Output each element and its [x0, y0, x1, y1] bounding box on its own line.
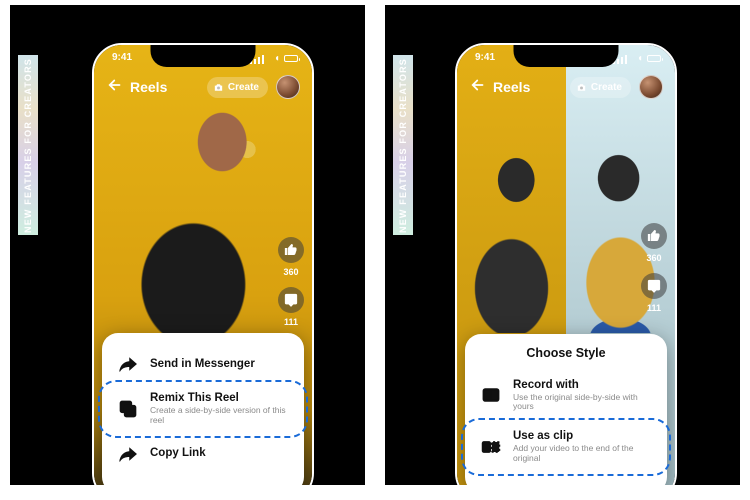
share-icon — [118, 354, 138, 374]
notch — [514, 45, 619, 67]
option-sub: Add your video to the end of the origina… — [513, 444, 651, 464]
menu-label: Send in Messenger — [150, 358, 255, 371]
person-illustration — [107, 97, 299, 347]
menu-send-messenger[interactable]: Send in Messenger — [116, 345, 290, 383]
comment-button[interactable] — [278, 287, 304, 313]
comment-button[interactable] — [641, 273, 667, 299]
like-button[interactable] — [641, 223, 667, 249]
create-label: Create — [591, 82, 622, 93]
create-label: Create — [228, 82, 259, 93]
status-time: 9:41 — [112, 52, 132, 63]
thumbs-up-icon — [278, 237, 304, 263]
like-count: 360 — [283, 267, 298, 277]
camera-icon — [213, 82, 224, 93]
action-sheet: Send in Messenger Remix This Reel Create… — [102, 333, 304, 485]
status-time: 9:41 — [475, 52, 495, 63]
menu-sub: Create a side-by-side version of this re… — [150, 406, 288, 426]
like-button[interactable] — [278, 237, 304, 263]
back-button[interactable] — [106, 76, 124, 99]
back-button[interactable] — [469, 76, 487, 99]
header-title: Reels — [130, 79, 167, 95]
person-illustration — [464, 153, 560, 333]
create-button[interactable]: Create — [207, 77, 268, 98]
menu-remix-reel[interactable]: Remix This Reel Create a side-by-side ve… — [116, 383, 290, 435]
reels-header: Reels Create — [457, 71, 675, 103]
comment-icon — [278, 287, 304, 313]
engagement-rail: 360 111 — [278, 237, 304, 327]
menu-copy-link[interactable]: Copy Link — [116, 435, 290, 473]
notch — [151, 45, 256, 67]
menu-label: Remix This Reel — [150, 392, 288, 405]
sheet-title: Choose Style — [479, 346, 653, 360]
reels-header: Reels Create — [94, 71, 312, 103]
option-label: Use as clip — [513, 430, 651, 443]
panel-remix-menu: NEW FEATURES FOR CREATORS 9:41 ◖ Reels — [10, 5, 365, 485]
profile-avatar[interactable] — [276, 75, 300, 99]
feature-badge: NEW FEATURES FOR CREATORS — [18, 55, 38, 235]
panel-choose-style: NEW FEATURES FOR CREATORS 9:41 ◖ Reels — [385, 5, 740, 485]
battery-icon — [647, 55, 661, 62]
create-button[interactable]: Create — [570, 77, 631, 98]
comment-icon — [641, 273, 667, 299]
share-icon — [118, 444, 138, 464]
like-count: 360 — [646, 253, 661, 263]
feature-badge: NEW FEATURES FOR CREATORS — [393, 55, 413, 235]
remix-icon — [118, 399, 138, 419]
camera-icon — [576, 82, 587, 93]
profile-avatar[interactable] — [639, 75, 663, 99]
screenshot-pair: NEW FEATURES FOR CREATORS 9:41 ◖ Reels — [0, 0, 750, 490]
comment-count: 111 — [284, 317, 298, 327]
style-use-as-clip[interactable]: Use as clip Add your video to the end of… — [479, 421, 653, 473]
wifi-icon: ◖ — [274, 53, 280, 64]
menu-label: Copy Link — [150, 447, 206, 460]
engagement-rail: 360 111 — [641, 223, 667, 313]
battery-icon — [284, 55, 298, 62]
option-sub: Use the original side-by-side with yours — [513, 393, 651, 413]
phone-frame: 9:41 ◖ Reels Create — [92, 43, 314, 485]
comment-count: 111 — [647, 303, 661, 313]
style-sheet: Choose Style Record with Use the origina… — [465, 334, 667, 486]
header-title: Reels — [493, 79, 530, 95]
clip-append-icon — [481, 437, 501, 457]
thumbs-up-icon — [641, 223, 667, 249]
wifi-icon: ◖ — [637, 53, 643, 64]
style-record-with[interactable]: Record with Use the original side-by-sid… — [479, 370, 653, 422]
option-label: Record with — [513, 379, 651, 392]
side-by-side-icon — [481, 385, 501, 405]
phone-frame: 9:41 ◖ Reels Create — [455, 43, 677, 485]
